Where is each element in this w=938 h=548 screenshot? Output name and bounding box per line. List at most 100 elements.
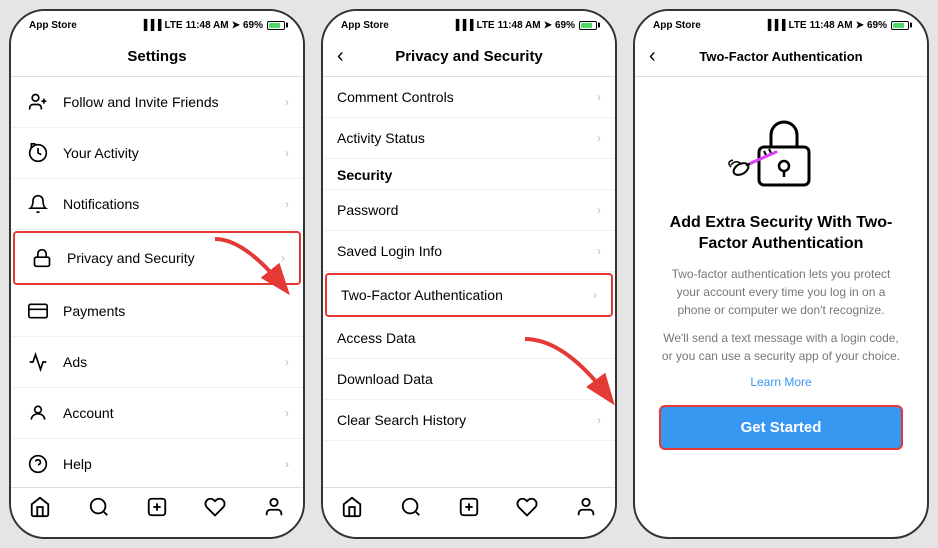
access-label: Access Data xyxy=(337,330,601,346)
ads-label: Ads xyxy=(63,354,285,370)
tfa-content: Add Extra Security With Two-Factor Authe… xyxy=(635,77,927,466)
security-section-label: Security xyxy=(337,167,392,183)
phone-privacy: App Store ▐▐▐ LTE 11:48 AM ➤ 69% ‹ Priva… xyxy=(321,9,617,539)
carrier-3: App Store xyxy=(653,20,701,31)
notifications-icon xyxy=(25,191,51,217)
notifications-chevron: › xyxy=(285,197,289,211)
tfa-learn-more[interactable]: Learn More xyxy=(750,375,811,389)
time-1: 11:48 AM xyxy=(186,20,229,31)
activity-status-chevron: › xyxy=(597,131,601,145)
help-label: Help xyxy=(63,456,285,472)
settings-item-follow[interactable]: Follow and Invite Friends › xyxy=(11,77,303,128)
battery-fill-2 xyxy=(581,23,592,28)
ads-icon xyxy=(25,349,51,375)
tab-profile-2[interactable] xyxy=(575,496,597,524)
status-right-2: ▐▐▐ LTE 11:48 AM ➤ 69% xyxy=(452,20,597,31)
help-chevron: › xyxy=(285,457,289,471)
page-title-3: Two-Factor Authentication xyxy=(651,49,911,64)
settings-item-privacy[interactable]: Privacy and Security › xyxy=(13,231,301,285)
time-3: 11:48 AM xyxy=(810,20,853,31)
tab-home-1[interactable] xyxy=(29,496,51,524)
status-right-1: ▐▐▐ LTE 11:48 AM ➤ 69% xyxy=(140,20,285,31)
network-1: LTE xyxy=(164,20,182,31)
settings-item-notifications[interactable]: Notifications › xyxy=(11,179,303,230)
activity-chevron: › xyxy=(285,146,289,160)
status-bar-2: App Store ▐▐▐ LTE 11:48 AM ➤ 69% xyxy=(323,11,615,37)
privacy-item-access[interactable]: Access Data xyxy=(323,318,615,359)
carrier-2: App Store xyxy=(341,20,389,31)
notifications-label: Notifications xyxy=(63,196,285,212)
comment-chevron: › xyxy=(597,90,601,104)
phone-settings: App Store ▐▐▐ LTE 11:48 AM ➤ 69% Setting… xyxy=(9,9,305,539)
arrow-3: ➤ xyxy=(856,20,864,31)
phone-2fa: App Store ▐▐▐ LTE 11:48 AM ➤ 69% ‹ Two-F… xyxy=(633,9,929,539)
tab-like-1[interactable] xyxy=(204,496,226,524)
status-bar-1: App Store ▐▐▐ LTE 11:48 AM ➤ 69% xyxy=(11,11,303,37)
battery-pct-2: 69% xyxy=(555,20,575,31)
privacy-item-activity[interactable]: Activity Status › xyxy=(323,118,615,159)
privacy-item-saved-login[interactable]: Saved Login Info › xyxy=(323,231,615,272)
battery-fill-3 xyxy=(893,23,904,28)
back-button-2[interactable]: ‹ xyxy=(337,45,344,68)
tab-home-2[interactable] xyxy=(341,496,363,524)
password-chevron: › xyxy=(597,203,601,217)
lock-illustration xyxy=(721,97,841,197)
back-button-3[interactable]: ‹ xyxy=(649,45,656,68)
signal-2: ▐▐▐ xyxy=(452,20,473,31)
settings-item-ads[interactable]: Ads › xyxy=(11,337,303,388)
privacy-item-password[interactable]: Password › xyxy=(323,190,615,231)
nav-header-1: Settings xyxy=(11,37,303,77)
tfa-desc2: We'll send a text message with a login c… xyxy=(659,329,903,365)
tab-profile-1[interactable] xyxy=(263,496,285,524)
privacy-item-2fa[interactable]: Two-Factor Authentication › xyxy=(325,273,613,317)
privacy-item-download[interactable]: Download Data xyxy=(323,359,615,400)
activity-label: Your Activity xyxy=(63,145,285,161)
download-label: Download Data xyxy=(337,371,601,387)
two-fa-chevron: › xyxy=(593,288,597,302)
tab-search-1[interactable] xyxy=(88,496,110,524)
tab-add-2[interactable] xyxy=(458,496,480,524)
battery-pct-1: 69% xyxy=(243,20,263,31)
signal-1: ▐▐▐ xyxy=(140,20,161,31)
account-chevron: › xyxy=(285,406,289,420)
privacy-item-clear[interactable]: Clear Search History › xyxy=(323,400,615,441)
help-icon xyxy=(25,451,51,477)
status-right-3: ▐▐▐ LTE 11:48 AM ➤ 69% xyxy=(764,20,909,31)
follow-chevron: › xyxy=(285,95,289,109)
follow-icon xyxy=(25,89,51,115)
battery-pct-3: 69% xyxy=(867,20,887,31)
network-3: LTE xyxy=(788,20,806,31)
payments-icon xyxy=(25,298,51,324)
page-title-2: Privacy and Security xyxy=(339,48,599,65)
activity-icon xyxy=(25,140,51,166)
nav-header-2: ‹ Privacy and Security xyxy=(323,37,615,77)
arrow-1: ➤ xyxy=(232,20,240,31)
tab-like-2[interactable] xyxy=(516,496,538,524)
privacy-label: Privacy and Security xyxy=(67,250,281,266)
battery-fill-1 xyxy=(269,23,280,28)
tab-search-2[interactable] xyxy=(400,496,422,524)
arrow-2: ➤ xyxy=(544,20,552,31)
tab-add-1[interactable] xyxy=(146,496,168,524)
battery-icon-3 xyxy=(891,21,909,30)
settings-item-activity[interactable]: Your Activity › xyxy=(11,128,303,179)
activity-status-label: Activity Status xyxy=(337,130,597,146)
settings-item-payments[interactable]: Payments xyxy=(11,286,303,337)
saved-login-label: Saved Login Info xyxy=(337,243,597,259)
get-started-button[interactable]: Get Started xyxy=(659,405,903,450)
settings-item-account[interactable]: Account › xyxy=(11,388,303,439)
tfa-desc1: Two-factor authentication lets you prote… xyxy=(659,265,903,319)
signal-3: ▐▐▐ xyxy=(764,20,785,31)
clear-label: Clear Search History xyxy=(337,412,597,428)
privacy-menu: Comment Controls › Activity Status › Sec… xyxy=(323,77,615,487)
nav-header-3: ‹ Two-Factor Authentication xyxy=(635,37,927,77)
privacy-chevron: › xyxy=(281,251,285,265)
bottom-tab-bar-1 xyxy=(11,487,303,537)
battery-icon-1 xyxy=(267,21,285,30)
follow-label: Follow and Invite Friends xyxy=(63,94,285,110)
status-bar-3: App Store ▐▐▐ LTE 11:48 AM ➤ 69% xyxy=(635,11,927,37)
tfa-headline: Add Extra Security With Two-Factor Authe… xyxy=(659,213,903,255)
privacy-item-comment[interactable]: Comment Controls › xyxy=(323,77,615,118)
settings-item-help[interactable]: Help › xyxy=(11,439,303,487)
account-icon xyxy=(25,400,51,426)
